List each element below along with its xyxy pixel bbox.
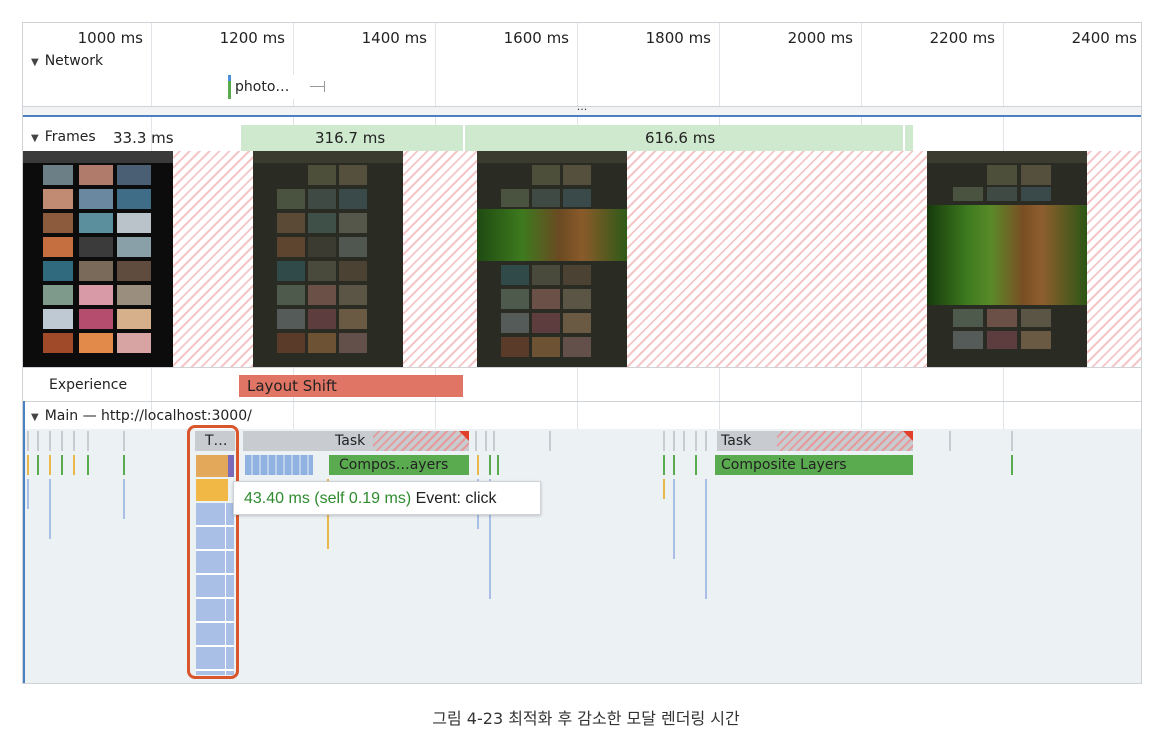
layout-shift-bar[interactable]: Layout Shift: [239, 375, 463, 397]
selection-edge: [23, 401, 25, 683]
composite-layers-bar[interactable]: Composite Layers: [715, 455, 913, 475]
network-track-toggle[interactable]: ▼ Network: [31, 53, 103, 69]
time-tick: 1200 ms: [219, 29, 285, 47]
thumbnail-header: [23, 151, 173, 163]
frame-thumbnail[interactable]: [23, 151, 173, 367]
main-track-toggle[interactable]: ▼ Main — http://localhost:3000/: [31, 408, 252, 424]
composite-label: Compos…ayers: [339, 457, 449, 473]
event-tooltip: 43.40 ms (self 0.19 ms) Event: click: [233, 481, 541, 515]
frame-bar[interactable]: 616.6 ms: [465, 125, 903, 151]
task-cluster[interactable]: [243, 431, 313, 451]
collapse-triangle-icon: ▼: [31, 412, 39, 423]
task-label: Task: [721, 433, 752, 449]
main-track-title: Main — http://localhost:3000/: [44, 408, 252, 424]
time-tick: 1400 ms: [361, 29, 427, 47]
performance-panel: 1000 ms 1200 ms 1400 ms 1600 ms 1800 ms …: [22, 22, 1142, 684]
composite-label: Composite Layers: [721, 457, 847, 473]
time-tick: 2000 ms: [787, 29, 853, 47]
figure-caption: 그림 4-23 최적화 후 감소한 모달 렌더링 시간: [432, 709, 740, 728]
frames-track-toggle[interactable]: ▼ Frames: [31, 129, 96, 145]
time-tick: 2400 ms: [1071, 29, 1137, 47]
tooltip-event: Event: click: [415, 490, 497, 507]
task-label: Task: [335, 433, 366, 449]
long-task-marker: [459, 431, 469, 441]
collapse-triangle-icon: ▼: [31, 57, 39, 68]
frame-thumbnail[interactable]: [253, 151, 403, 367]
time-tick: 1600 ms: [503, 29, 569, 47]
frame-bar[interactable]: [905, 125, 913, 151]
frame-thumbnail[interactable]: [927, 151, 1087, 367]
experience-track-title: Experience: [49, 377, 128, 393]
frames-track-title: Frames: [44, 129, 96, 145]
frame-bar-label: 616.6 ms: [645, 129, 716, 147]
time-tick: 2200 ms: [929, 29, 995, 47]
time-tick: 1000 ms: [77, 29, 143, 47]
task-bar[interactable]: Task: [313, 431, 469, 451]
task-bar[interactable]: Task: [717, 431, 913, 451]
divider-line: [23, 367, 1141, 368]
frame-bar-label: 316.7 ms: [315, 129, 386, 147]
frame-bar[interactable]: 316.7 ms: [241, 125, 463, 151]
task-cluster-children[interactable]: [245, 455, 313, 475]
divider-accent: [23, 115, 1141, 117]
frame-duration-label: 33.3 ms: [113, 129, 174, 147]
frame-thumbnail[interactable]: [477, 151, 627, 367]
collapse-triangle-icon: ▼: [31, 133, 39, 144]
track-resize-handle[interactable]: ···: [23, 104, 1141, 115]
tooltip-duration: 43.40 ms (self 0.19 ms): [244, 490, 412, 507]
time-tick: 1800 ms: [645, 29, 711, 47]
highlight-box: [187, 425, 239, 679]
divider-line: [23, 401, 1141, 402]
network-request-label: photo…: [231, 75, 310, 99]
long-task-marker: [903, 431, 913, 441]
network-request-bar[interactable]: photo…: [228, 75, 310, 99]
network-track-title: Network: [44, 53, 104, 69]
request-whisker: [310, 86, 324, 87]
composite-layers-bar[interactable]: Compos…ayers: [329, 455, 469, 475]
request-whisker-end: [324, 81, 325, 92]
modal-image: [477, 209, 627, 261]
modal-image: [927, 205, 1087, 305]
